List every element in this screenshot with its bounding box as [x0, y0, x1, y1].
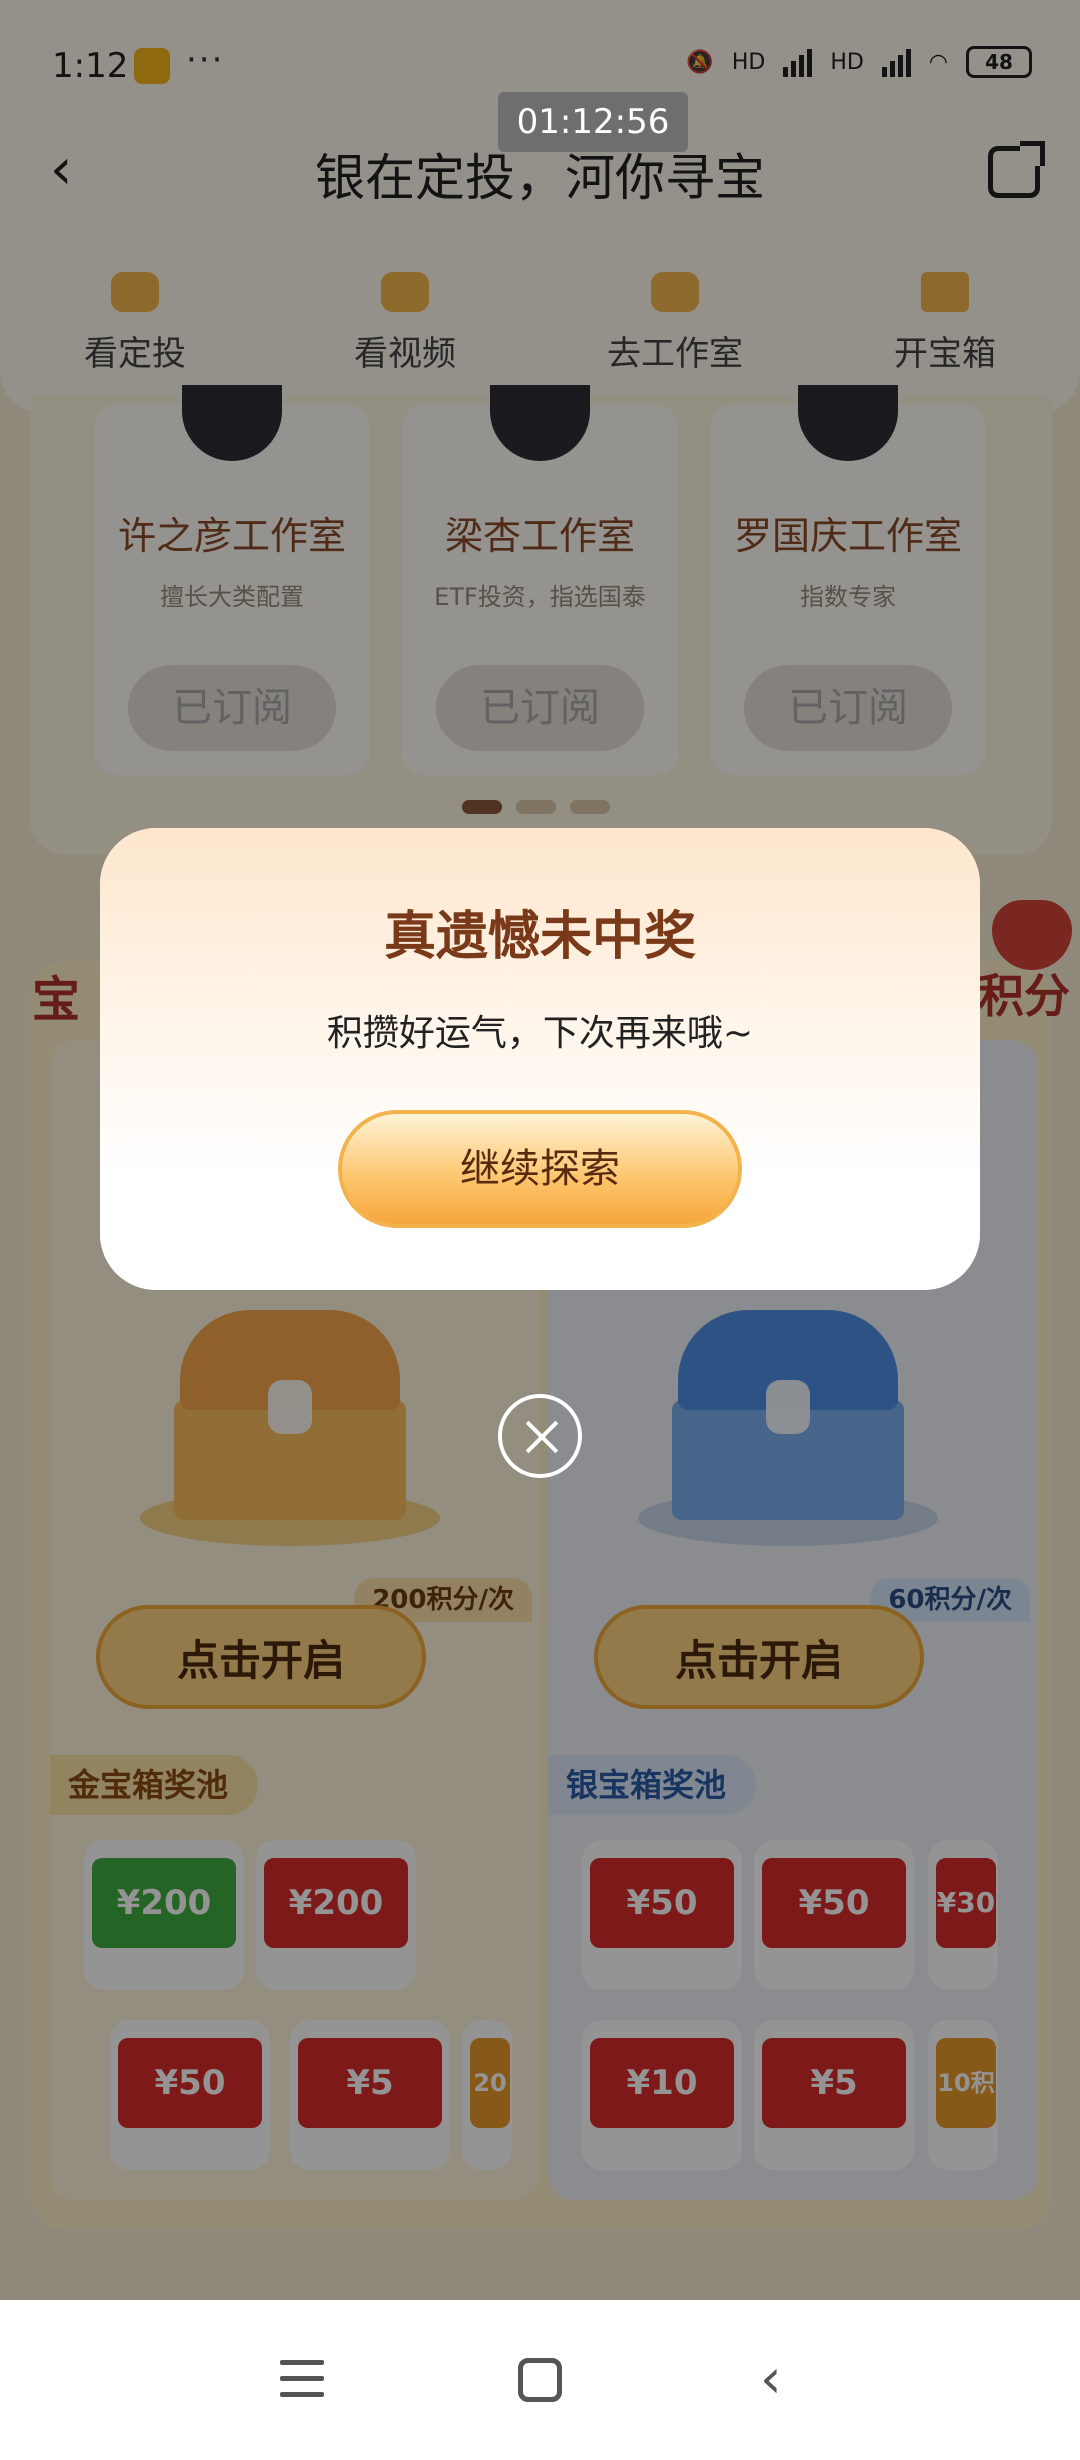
close-icon[interactable] — [498, 1394, 582, 1478]
recording-timer: 01:12:56 — [498, 92, 688, 152]
menu-icon[interactable] — [280, 2360, 324, 2398]
dialog-title: 真遗憾未中奖 — [383, 907, 696, 967]
result-dialog: 真遗憾未中奖 积攒好运气，下次再来哦~ 继续探索 — [100, 828, 980, 1290]
dialog-message: 积攒好运气，下次再来哦~ — [326, 1013, 754, 1054]
back-icon[interactable]: ‹ — [760, 2352, 782, 2406]
continue-explore-button[interactable]: 继续探索 — [338, 1110, 742, 1228]
system-nav-bar: ‹ — [0, 2300, 1080, 2460]
home-icon[interactable] — [518, 2358, 562, 2402]
